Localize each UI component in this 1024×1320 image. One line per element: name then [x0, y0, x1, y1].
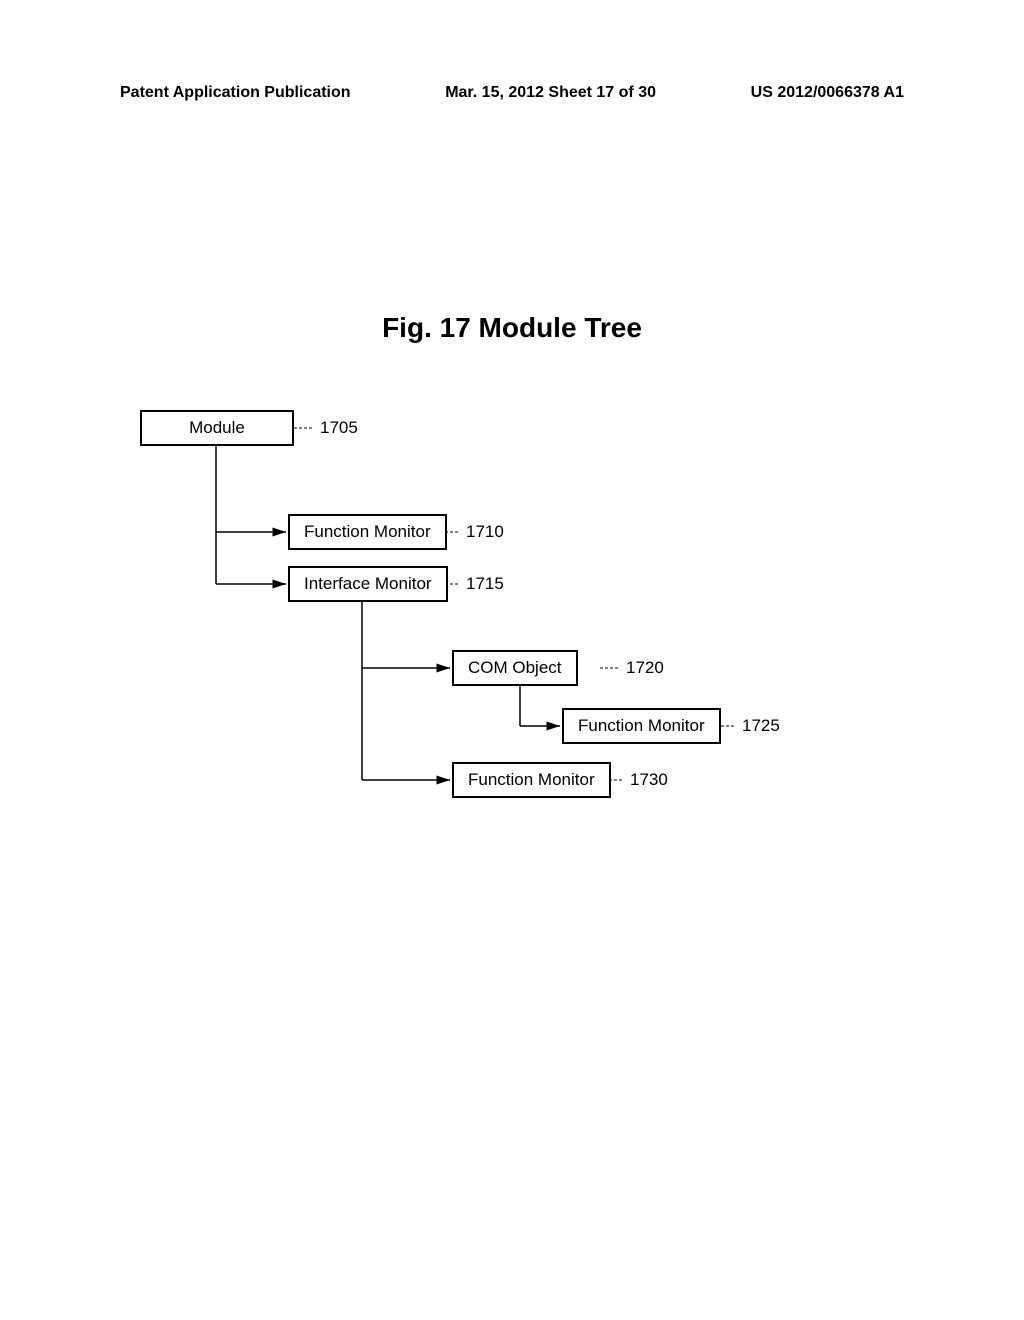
box-interface-monitor: Interface Monitor — [288, 566, 448, 602]
ref-1725: 1725 — [742, 716, 780, 736]
box-com-object-label: COM Object — [468, 658, 562, 677]
box-module: Module — [140, 410, 294, 446]
box-function-monitor-2: Function Monitor — [562, 708, 721, 744]
box-function-monitor-1-label: Function Monitor — [304, 522, 431, 541]
box-interface-monitor-label: Interface Monitor — [304, 574, 432, 593]
box-function-monitor-3: Function Monitor — [452, 762, 611, 798]
ref-1720: 1720 — [626, 658, 664, 678]
header-left: Patent Application Publication — [120, 84, 351, 102]
box-function-monitor-2-label: Function Monitor — [578, 716, 705, 735]
box-function-monitor-3-label: Function Monitor — [468, 770, 595, 789]
ref-1715: 1715 — [466, 574, 504, 594]
box-function-monitor-1: Function Monitor — [288, 514, 447, 550]
ref-1705: 1705 — [320, 418, 358, 438]
ref-1710: 1710 — [466, 522, 504, 542]
figure-title: Fig. 17 Module Tree — [0, 312, 1024, 344]
page-header: Patent Application Publication Mar. 15, … — [120, 84, 904, 102]
module-tree-diagram: Module 1705 Function Monitor 1710 Interf… — [0, 410, 1024, 910]
box-module-label: Module — [189, 418, 245, 437]
header-center: Mar. 15, 2012 Sheet 17 of 30 — [445, 84, 656, 102]
box-com-object: COM Object — [452, 650, 578, 686]
ref-1730: 1730 — [630, 770, 668, 790]
header-right: US 2012/0066378 A1 — [751, 84, 904, 102]
